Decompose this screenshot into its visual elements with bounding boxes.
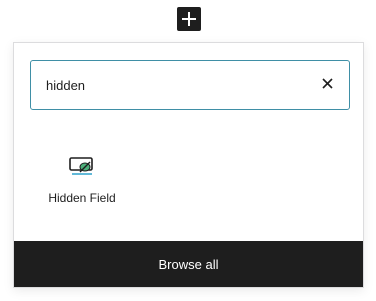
block-item-label: Hidden Field [48, 191, 116, 205]
search-input[interactable] [31, 61, 309, 109]
add-block-button[interactable] [177, 7, 201, 31]
block-item-hidden-field[interactable]: Hidden Field [38, 149, 126, 227]
browse-all-button[interactable]: Browse all [14, 241, 363, 287]
clear-search-button[interactable] [309, 67, 345, 103]
plus-icon [182, 12, 196, 26]
hidden-field-icon [67, 155, 97, 179]
block-inserter-panel: Hidden Field Browse all [13, 42, 364, 288]
close-icon [321, 76, 333, 94]
search-box [30, 60, 350, 110]
